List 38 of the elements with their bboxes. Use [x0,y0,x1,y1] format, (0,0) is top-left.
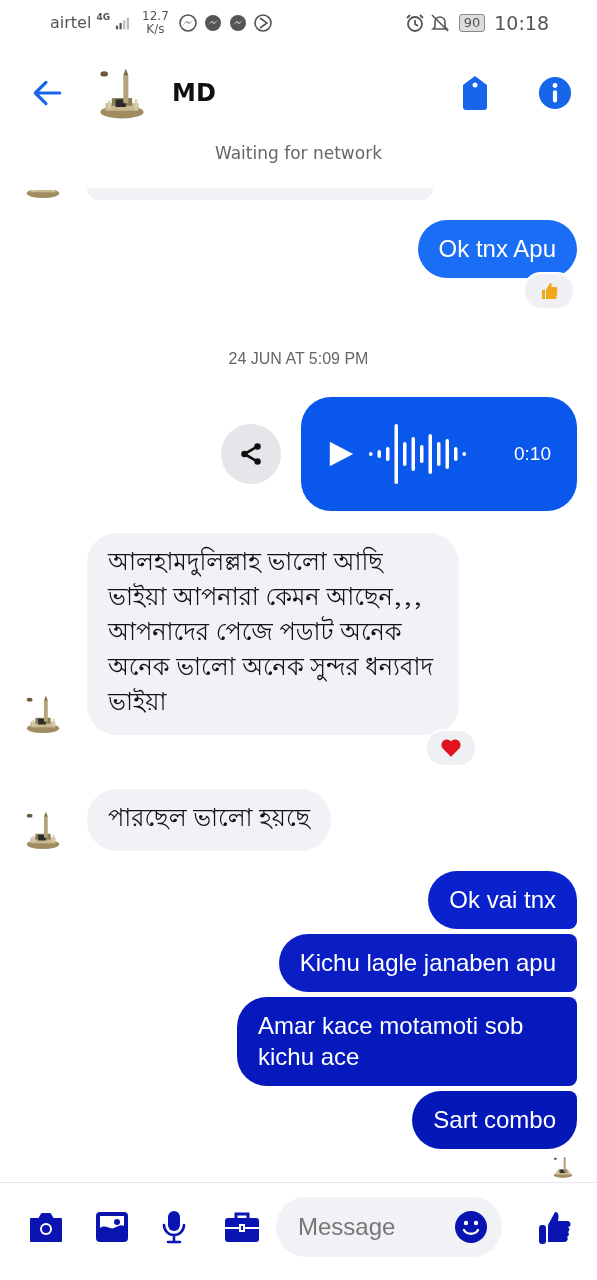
share-icon[interactable] [238,441,264,467]
message-bubble: Amar kace motamoti sob kichu ace [237,997,577,1086]
microphone-icon[interactable] [160,1209,188,1244]
emoji-icon[interactable] [454,1209,488,1244]
network-speed: 12.7 [142,9,169,23]
message-bubble: আলহামদুলিল্লাহ ভালো আছি ভাইয়া আপনারা কেমন আছেন,,, আপনাদের পেজে পডাট অনেক অনেক ভালো অনেক সুন্দর ধন্যবাদ ভাইয়া [87,533,459,735]
network-status: Waiting for network [213,142,383,165]
carrier-name: airtel [50,13,92,32]
bell-off-icon [429,12,450,33]
play-icon[interactable] [327,440,355,468]
info-icon[interactable] [538,75,572,110]
network-type: 4G [96,12,111,22]
heart-icon [440,737,462,759]
message-bubble: Kichu lagle janaben apu [278,934,577,992]
message-field[interactable]: Message [276,1196,502,1257]
camera-icon[interactable] [28,1210,64,1243]
message-input[interactable]: Message [296,1211,454,1242]
image-icon[interactable] [94,1210,130,1243]
messenger-icon [177,12,198,33]
voice-duration: 0:10 [514,443,551,465]
contact-name[interactable]: MD [172,78,216,107]
speed-unit: K/s [146,22,165,36]
message-bubble: Ok tnx Apu [417,220,577,278]
thumbs-up-icon [539,281,559,301]
alarm-icon [404,12,425,33]
play-circle-icon [252,12,273,33]
briefcase-icon[interactable] [224,1210,260,1243]
messenger-icon [227,12,248,33]
clock-time: 10:18 [494,11,549,34]
battery-level: 90 [458,13,486,32]
timestamp: 24 JUN AT 5:09 PM [227,350,370,368]
waveform-icon [367,424,467,484]
message-bubble: Ok vai tnx [428,871,577,929]
voice-message[interactable]: 0:10 [301,397,577,511]
message-bubble: Sart combo [412,1091,577,1149]
tag-icon[interactable] [460,74,490,111]
message-bubble: পারছেল ভালো হয়ছে [87,789,332,851]
messenger-icon [202,12,223,33]
